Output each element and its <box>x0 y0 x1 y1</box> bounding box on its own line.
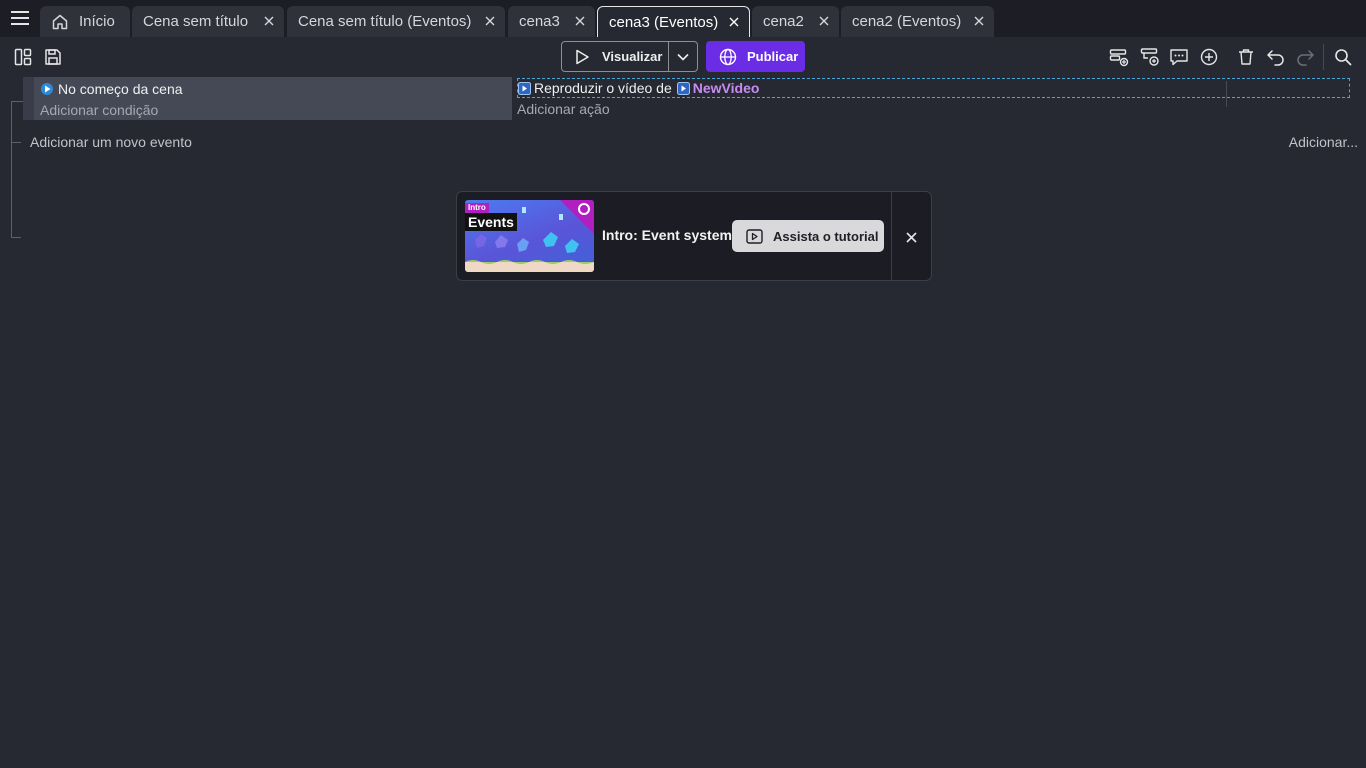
tab-bar: Início Cena sem título Cena sem título (… <box>0 0 1366 37</box>
event-tree-branch <box>11 142 21 143</box>
add-event-icon[interactable] <box>1108 46 1130 68</box>
home-icon <box>51 13 69 31</box>
event-drag-handle[interactable] <box>23 77 34 120</box>
tab-label: Início <box>79 13 115 30</box>
event-tree-line <box>11 101 12 238</box>
tab-cena3[interactable]: cena3 <box>508 6 595 37</box>
tab-label: Cena sem título <box>143 13 249 30</box>
add-more-link[interactable]: Adicionar... <box>1289 134 1358 150</box>
tab-cena2-events[interactable]: cena2 (Eventos) <box>841 6 994 37</box>
action-text: Reproduzir o vídeo de <box>534 80 672 96</box>
redo-icon[interactable] <box>1294 46 1316 68</box>
close-icon[interactable] <box>262 14 276 28</box>
preview-options-dropdown[interactable] <box>668 41 698 72</box>
video-object-icon <box>676 81 690 95</box>
close-icon[interactable] <box>817 14 831 28</box>
tutorial-thumbnail[interactable]: Intro Events <box>465 200 594 272</box>
close-icon[interactable] <box>972 14 986 28</box>
publish-button[interactable]: Publicar <box>706 41 805 72</box>
trash-icon[interactable] <box>1235 46 1257 68</box>
condition-scene-start[interactable]: No começo da cena <box>40 81 183 97</box>
play-icon <box>574 49 590 65</box>
add-condition-link[interactable]: Adicionar condição <box>40 102 158 118</box>
tab-label: cena2 (Eventos) <box>852 13 962 30</box>
globe-icon <box>719 48 737 66</box>
preview-label: Visualizar <box>602 49 663 64</box>
action-play-video[interactable]: Reproduzir o vídeo de NewVideo <box>517 78 1350 98</box>
thumbnail-tag: Intro <box>465 203 489 213</box>
save-icon[interactable] <box>42 46 64 68</box>
hamburger-menu-icon[interactable] <box>8 6 32 30</box>
add-new-event-link[interactable]: Adicionar um novo evento <box>30 134 192 150</box>
tab-untitled-scene-events[interactable]: Cena sem título (Eventos) <box>287 6 505 37</box>
close-icon[interactable] <box>727 15 741 29</box>
tab-label: cena3 <box>519 13 560 30</box>
action-object-name[interactable]: NewVideo <box>693 80 760 96</box>
add-subevent-icon[interactable] <box>1139 46 1161 68</box>
tab-label: cena3 (Eventos) <box>609 13 719 31</box>
tab-cena3-events[interactable]: cena3 (Eventos) <box>597 6 750 37</box>
add-comment-icon[interactable] <box>1168 46 1190 68</box>
chevron-down-icon <box>677 53 689 61</box>
preview-button[interactable]: Visualizar <box>561 41 669 72</box>
close-icon[interactable] <box>902 228 920 246</box>
tab-home[interactable]: Início <box>40 6 130 37</box>
video-icon <box>518 81 531 95</box>
search-icon[interactable] <box>1332 46 1354 68</box>
tab-cena2[interactable]: cena2 <box>752 6 839 37</box>
video-play-icon <box>746 228 763 244</box>
toolbar-divider <box>1323 44 1324 70</box>
publish-label: Publicar <box>747 49 799 64</box>
watch-tutorial-label: Assista o tutorial <box>773 228 879 244</box>
tab-label: Cena sem título (Eventos) <box>298 13 472 30</box>
tutorial-divider <box>891 192 892 280</box>
panels-layout-icon[interactable] <box>12 46 34 68</box>
add-circle-icon[interactable] <box>1198 46 1220 68</box>
event-tree-branch <box>11 101 23 102</box>
tab-label: cena2 <box>763 13 804 30</box>
undo-icon[interactable] <box>1265 46 1287 68</box>
close-icon[interactable] <box>573 14 587 28</box>
watch-tutorial-button[interactable]: Assista o tutorial <box>732 220 884 252</box>
event-tree-branch <box>11 237 21 238</box>
close-icon[interactable] <box>483 14 497 28</box>
tutorial-title: Intro: Event system <box>602 227 732 243</box>
thumbnail-title: Events <box>465 213 517 231</box>
condition-text: No começo da cena <box>58 81 183 97</box>
tab-untitled-scene[interactable]: Cena sem título <box>132 6 284 37</box>
tutorial-card: Intro Events Intro: Event system Assista… <box>456 191 932 281</box>
scene-start-icon <box>40 82 54 96</box>
add-action-link[interactable]: Adicionar ação <box>517 101 610 117</box>
